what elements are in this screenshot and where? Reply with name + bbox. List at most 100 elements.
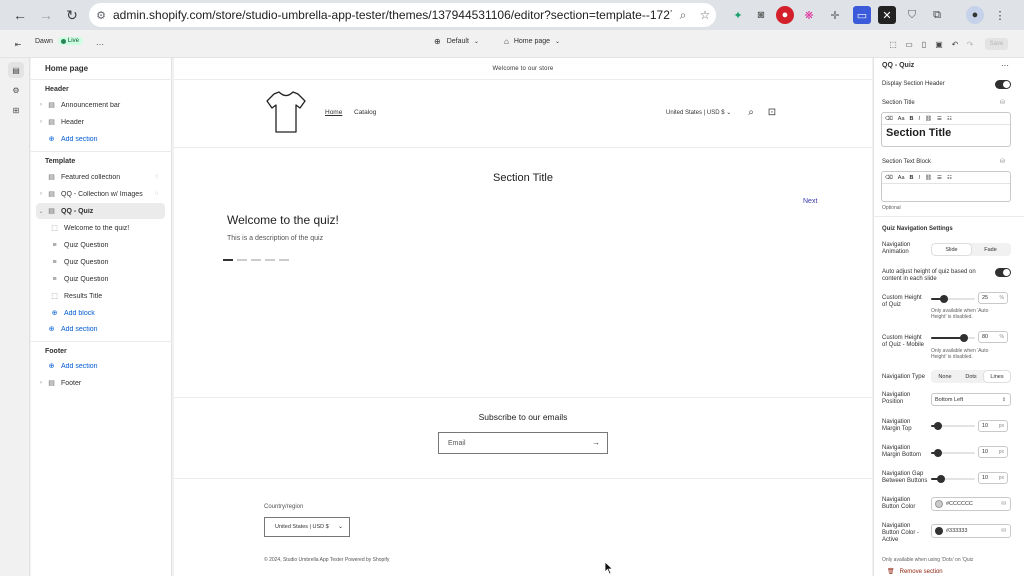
section-title-editor[interactable]: ⌫ Aa B I ⛓ ☰ ☷ Section Title [881,112,1011,147]
display-header-toggle[interactable] [995,80,1011,89]
add-section-header[interactable]: ⊕ Add section [36,131,165,147]
add-section-footer[interactable]: ⊕ Add section [36,358,165,374]
section-text-editor[interactable]: ⌫ Aa B I ⛓ ☰ ☷ [881,171,1011,202]
browser-menu-icon[interactable]: ⋮ [991,6,1009,24]
quiz-nav-line[interactable] [251,259,261,261]
mobile-view-icon[interactable]: ▯ [919,39,929,49]
bullet-list-icon[interactable]: ☰ [937,116,942,122]
italic-button[interactable]: I [919,175,921,181]
extension-blue-icon[interactable]: ▭ [853,6,871,24]
extension-red-icon[interactable]: ● [776,6,794,24]
margin-top-slider[interactable] [931,422,975,430]
site-info-icon[interactable]: ⚙ [89,3,113,27]
settings-gear-icon[interactable]: ⚙ [8,82,24,98]
slider-handle[interactable] [940,295,948,303]
search-icon[interactable]: ⌕ [745,106,757,118]
extension-camera-icon[interactable]: ◙ [752,6,770,24]
extension-leaf-icon[interactable]: ✦ [729,6,747,24]
address-bar[interactable]: ⚙ admin.shopify.com/store/studio-umbrell… [89,3,716,27]
link-icon[interactable]: ⛓ [925,175,932,181]
gap-slider[interactable] [931,475,975,483]
preset-selector[interactable]: ⊕ Default ⌄ [434,37,479,46]
save-button[interactable]: Save [985,38,1008,50]
dynamic-source-icon[interactable]: ⛁ [1001,501,1006,507]
bold-button[interactable]: B [910,175,914,181]
remove-section-button[interactable]: 🗑 Remove section [887,568,943,576]
extension-shield-icon[interactable]: ⛉ [903,6,921,24]
quiz-nav-line[interactable] [223,259,233,261]
inspector-icon[interactable]: ⬚ [888,39,898,49]
extension-crosshair-icon[interactable]: ✛ [826,6,844,24]
dynamic-source-icon[interactable]: ⛁ [1000,99,1005,106]
quiz-nav-line[interactable] [265,259,275,261]
block-results-title[interactable]: ⬚ Results Title [49,288,165,304]
nav-position-select[interactable]: Bottom Left ⇕ [931,393,1011,406]
fullscreen-icon[interactable]: ▣ [934,39,944,49]
option-slide[interactable]: Slide [932,244,971,255]
margin-bottom-input[interactable]: 10 px [978,446,1008,458]
section-qq-quiz[interactable]: ⌄ ▤ QQ - Quiz [36,203,165,219]
block-quiz-question-2[interactable]: ≡ Quiz Question [49,254,165,270]
section-title-value[interactable]: Section Title [882,125,1010,141]
custom-height-input[interactable]: 25% [978,292,1008,304]
link-icon[interactable]: ⛓ [925,116,932,122]
color-swatch[interactable] [935,500,943,508]
margin-bottom-slider[interactable] [931,449,975,457]
more-options-icon[interactable]: ⋯ [1001,61,1009,70]
slider-handle[interactable] [934,449,942,457]
email-input[interactable]: Email → [438,432,608,454]
back-button[interactable]: ← [8,3,32,27]
section-featured-collection[interactable]: ▤ Featured collection ◌ [36,169,165,185]
slider-handle[interactable] [960,334,968,342]
cart-icon[interactable]: ⊡ [766,106,778,118]
chevron-down-icon[interactable]: ⌄ [36,208,46,215]
section-announcement-bar[interactable]: › ▤ Announcement bar [36,97,165,113]
nav-catalog-link[interactable]: Catalog [354,109,376,116]
block-welcome[interactable]: ⬚ Welcome to the quiz! [49,220,165,236]
section-footer[interactable]: › ▤ Footer [36,375,165,391]
bullet-list-icon[interactable]: ☰ [937,175,942,181]
bookmark-star-icon[interactable]: ☆ [694,4,716,26]
country-selector[interactable]: United States | USD $ ⌄ [666,109,731,116]
add-block[interactable]: ⊕ Add block [49,305,165,321]
clear-format-icon[interactable]: ⌫ [885,175,893,181]
italic-button[interactable]: I [919,116,921,122]
add-section-template[interactable]: ⊕ Add section [36,321,165,337]
option-lines[interactable]: Lines [984,371,1010,382]
slider-handle[interactable] [937,475,945,483]
theme-selector[interactable]: Dawn Live [35,37,83,45]
extension-color-icon[interactable]: ❋ [800,6,818,24]
bold-button[interactable]: B [910,116,914,122]
dynamic-source-icon[interactable]: ⛁ [1000,158,1005,165]
dynamic-source-icon[interactable]: ⛁ [1001,528,1006,534]
hidden-eye-icon[interactable]: ◌ [155,191,165,197]
color-swatch[interactable] [935,527,943,535]
clear-format-icon[interactable]: ⌫ [885,116,893,122]
option-none[interactable]: None [932,371,958,382]
custom-height-mobile-slider[interactable] [931,334,975,342]
extension-dark-icon[interactable]: ✕ [878,6,896,24]
font-size-button[interactable]: Aa [898,116,905,122]
option-fade[interactable]: Fade [971,244,1010,255]
slider-handle[interactable] [934,422,942,430]
arrow-right-icon[interactable]: → [592,438,600,447]
chevron-right-icon[interactable]: › [36,102,46,108]
apps-icon[interactable]: ⊞ [8,102,24,118]
more-options-icon[interactable]: ⋯ [95,39,105,49]
quiz-nav-line[interactable] [237,259,247,261]
auto-height-toggle[interactable] [995,268,1011,277]
button-color-input[interactable]: #CCCCCC ⛁ [931,497,1011,511]
font-size-button[interactable]: Aa [898,175,905,181]
gap-input[interactable]: 10 px [978,472,1008,484]
tshirt-logo-icon[interactable] [266,90,306,134]
undo-icon[interactable]: ↶ [950,39,960,49]
button-color-active-input[interactable]: #333333 ⛁ [931,524,1011,538]
option-dots[interactable]: Dots [958,371,984,382]
exit-icon[interactable]: ⇤ [13,39,23,49]
nav-home-link[interactable]: Home [325,109,342,116]
sections-icon[interactable]: ▤ [8,62,24,78]
profile-avatar[interactable]: ● [966,6,984,24]
quiz-next-button[interactable]: Next [803,198,817,205]
margin-top-input[interactable]: 10 px [978,420,1008,432]
extensions-puzzle-icon[interactable]: ⧉ [928,6,946,24]
